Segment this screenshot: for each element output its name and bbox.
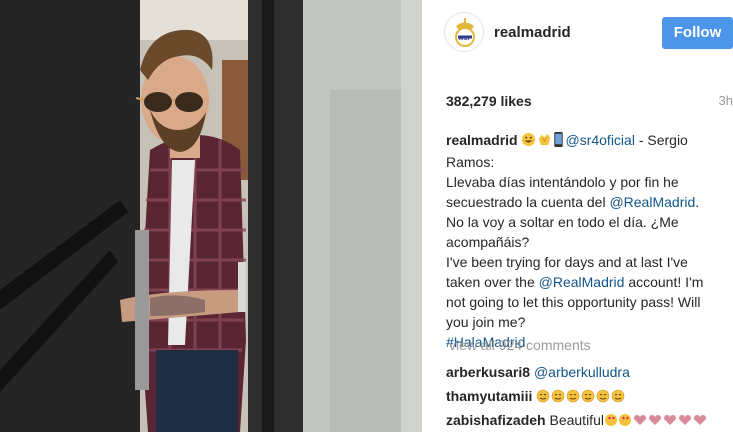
comment-item: thamyutamiii [446,387,733,407]
view-all-comments-link[interactable]: view all 924 comments [449,337,591,353]
comment-username[interactable]: thamyutamiii [446,388,532,404]
post-header: MCF realmadrid Follow [422,0,733,66]
comment-text: Beautiful [549,412,604,428]
comment-username[interactable]: zabishafizadeh [446,412,546,428]
comment-username[interactable]: arberkusari8 [446,364,530,380]
grinning-face-icon [521,132,536,152]
photo-illustration [0,0,422,432]
follow-button[interactable]: Follow [662,17,733,49]
mention-realmadrid-2[interactable]: @RealMadrid [539,274,625,290]
post-photo[interactable] [0,0,422,432]
avatar[interactable]: MCF [444,12,484,52]
caption-author[interactable]: realmadrid [446,132,518,148]
heart-eyes-and-hearts-icons [604,413,708,431]
post-timestamp[interactable]: 3h [719,93,733,108]
comment-mention[interactable]: @arberkulludra [534,364,630,380]
real-madrid-crest-icon: MCF [446,14,483,51]
mention-realmadrid-1[interactable]: @RealMadrid [609,194,695,210]
mention-sr4oficial[interactable]: @sr4oficial [565,132,634,148]
likes-count[interactable]: 382,279 likes [446,93,532,109]
comment-item: zabishafizadeh Beautiful [446,411,733,431]
svg-text:MCF: MCF [459,36,472,42]
smiling-face-icons [536,389,632,407]
post-details-panel: MCF realmadrid Follow 382,279 likes 3h r… [422,0,733,432]
post-username[interactable]: realmadrid [494,24,571,41]
clapping-hands-icon [537,132,552,152]
mobile-phone-icon [553,132,564,152]
comment-item: arberkusari8 @arberkulludra [446,363,733,381]
post-caption: realmadrid @sr4oficial - Sergio Ramos: L… [446,130,708,352]
